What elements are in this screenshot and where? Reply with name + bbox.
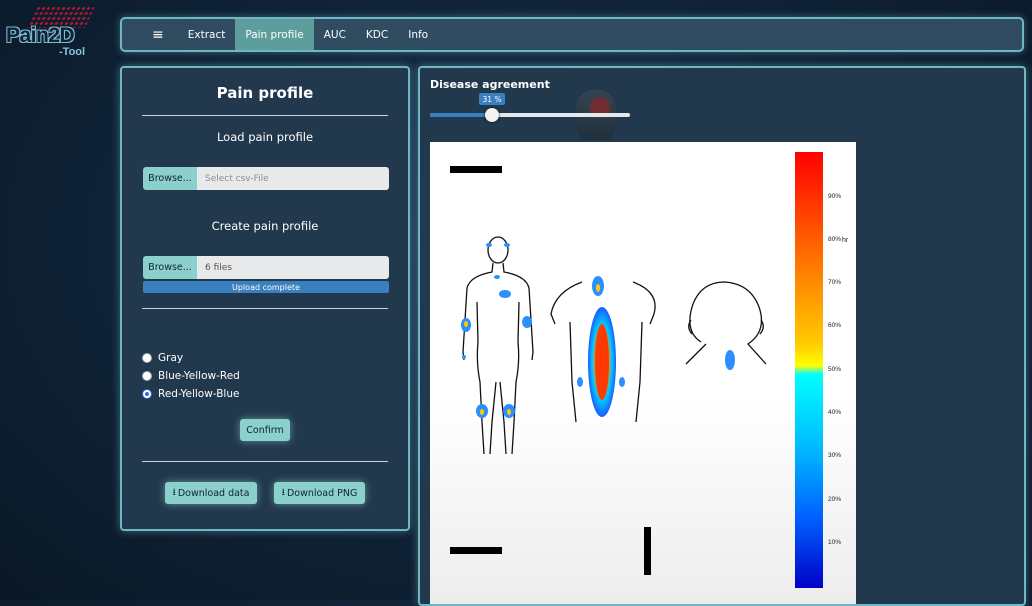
radio-blue-yellow-red[interactable]: Blue-Yellow-Red bbox=[142, 370, 240, 382]
download-data-button[interactable]: ⭳ Download data bbox=[165, 482, 257, 504]
colorbar-tick: 10% bbox=[828, 539, 842, 546]
radio-gray[interactable]: Gray bbox=[142, 352, 183, 364]
load-section-title: Load pain profile bbox=[216, 130, 314, 144]
radio-red-yellow-blue[interactable]: Red-Yellow-Blue bbox=[142, 388, 239, 400]
panel-title: Pain profile bbox=[216, 84, 314, 102]
download-icon: ⭳ bbox=[172, 487, 176, 498]
radio-label: Gray bbox=[158, 352, 184, 364]
divider bbox=[142, 115, 388, 116]
colorbar-tick: 60% bbox=[828, 322, 842, 329]
front-pain-spots bbox=[461, 243, 532, 418]
divider bbox=[142, 308, 388, 309]
app-logo: Pain2D -Tool bbox=[6, 6, 96, 60]
colorbar-tick: 30% bbox=[828, 452, 842, 459]
agreement-slider[interactable]: 31 % bbox=[430, 93, 630, 122]
create-section-title: Create pain profile bbox=[211, 219, 319, 233]
colorbar-tick: 90% bbox=[828, 193, 842, 200]
tab-info[interactable]: Info bbox=[398, 19, 438, 50]
slider-title: Disease agreement bbox=[430, 78, 550, 91]
colorbar-tick: 20% bbox=[828, 496, 842, 503]
body-outline-figure bbox=[461, 236, 767, 455]
neck-pain-spot bbox=[725, 350, 735, 370]
disease-agreement-panel: Disease agreement 31 % 90% 80% 70% 60% 5… bbox=[418, 66, 1026, 606]
pain-profile-panel: Pain profile Load pain profile Browse...… bbox=[120, 66, 410, 531]
create-browse-button[interactable]: Browse... bbox=[143, 256, 197, 279]
colorbar-tick: 70% bbox=[828, 279, 842, 286]
colorbar bbox=[795, 152, 823, 588]
tab-kdc[interactable]: KDC bbox=[356, 19, 398, 50]
create-file-field[interactable]: 6 files bbox=[197, 256, 389, 279]
logo-subtitle: -Tool bbox=[59, 46, 86, 58]
load-file-field[interactable]: Select csv-File bbox=[197, 167, 389, 190]
front-body-outline bbox=[462, 236, 534, 455]
hamburger-icon[interactable]: ≡ bbox=[144, 19, 178, 50]
load-file-input[interactable]: Browse... Select csv-File bbox=[143, 167, 389, 190]
tab-extract[interactable]: Extract bbox=[178, 19, 236, 50]
load-browse-button[interactable]: Browse... bbox=[143, 167, 197, 190]
colorbar-tick: 40% bbox=[828, 409, 842, 416]
head-back-outline bbox=[685, 281, 767, 365]
confirm-button[interactable]: Confirm bbox=[240, 419, 290, 441]
slider-handle[interactable] bbox=[485, 108, 499, 122]
slider-value-tooltip: 31 % bbox=[479, 93, 505, 105]
colorbar-label: hr bbox=[842, 237, 849, 244]
create-file-input[interactable]: Browse... 6 files bbox=[143, 256, 389, 279]
radio-button[interactable] bbox=[142, 353, 152, 363]
divider bbox=[142, 461, 388, 462]
radio-button[interactable] bbox=[142, 389, 152, 399]
pain-map-plot: 90% 80% 70% 60% 50% 40% 30% 20% 10% hr bbox=[430, 142, 856, 604]
radio-label: Blue-Yellow-Red bbox=[158, 370, 240, 382]
radio-label: Red-Yellow-Blue bbox=[158, 388, 240, 400]
download-png-button[interactable]: ⭳ Download PNG bbox=[274, 482, 365, 504]
scale-bar bbox=[450, 166, 502, 173]
top-navbar: ≡ Extract Pain profile AUC KDC Info bbox=[120, 17, 1024, 52]
tab-auc[interactable]: AUC bbox=[314, 19, 356, 50]
slider-fill bbox=[430, 113, 492, 117]
download-data-label: Download data bbox=[177, 487, 250, 499]
back-pain-map bbox=[577, 276, 625, 417]
download-png-label: Download PNG bbox=[286, 487, 358, 499]
colorbar-tick: 50% bbox=[828, 366, 842, 373]
colorbar-tick: 80% bbox=[828, 236, 842, 243]
upload-progress-bar: Upload complete bbox=[143, 281, 389, 293]
tab-pain-profile[interactable]: Pain profile bbox=[235, 19, 314, 50]
download-icon: ⭳ bbox=[281, 487, 285, 498]
logo-name: Pain2D bbox=[6, 24, 75, 47]
radio-button[interactable] bbox=[142, 371, 152, 381]
